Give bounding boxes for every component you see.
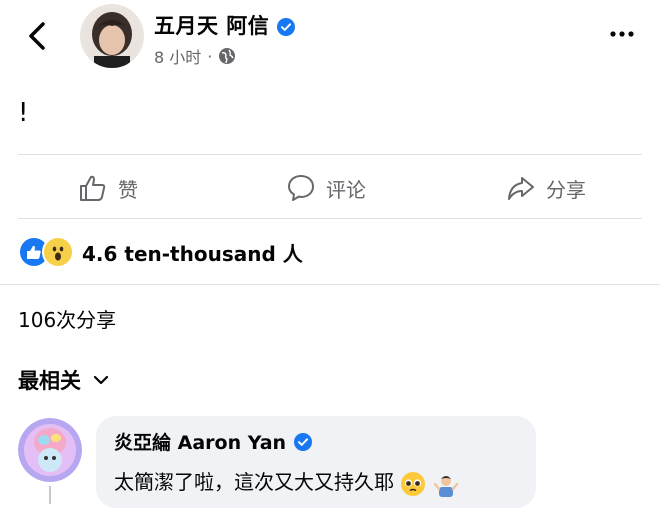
back-button[interactable] [24, 20, 52, 52]
thread-line [49, 486, 51, 504]
divider [18, 154, 642, 155]
divider [0, 284, 660, 285]
thumbs-up-icon [80, 175, 106, 201]
comment-bubble[interactable]: 炎亞綸 Aaron Yan 太簡潔了啦，這次又大又持久耶 [96, 416, 536, 508]
post-meta: 8 小时 · [154, 44, 236, 68]
comment-text: 太簡潔了啦，這次又大又持久耶 [114, 466, 459, 497]
like-button[interactable]: 赞 [78, 170, 138, 206]
chevron-down-icon [93, 375, 109, 385]
wow-reaction-icon [42, 236, 74, 268]
more-options-button[interactable] [608, 24, 636, 44]
post-time[interactable]: 8 小时 [154, 44, 201, 68]
like-label: 赞 [118, 177, 138, 202]
comment-bubble-icon [288, 175, 314, 201]
meta-separator: · [207, 46, 213, 66]
chevron-left-icon [29, 22, 45, 50]
comment-sort-dropdown[interactable]: 最相关 [18, 365, 109, 395]
share-label: 分享 [546, 177, 586, 202]
verified-badge-icon [277, 18, 296, 36]
author-name[interactable]: 五月天 阿信 [154, 10, 296, 40]
globe-icon [219, 48, 236, 64]
sort-label: 最相关 [18, 369, 81, 393]
reactions-summary[interactable]: 4.6 ten-thousand 人 [18, 236, 303, 268]
share-button[interactable]: 分享 [506, 170, 586, 206]
person-shrugging-emoji-icon [433, 475, 458, 497]
comment-button[interactable]: 评论 [286, 170, 366, 206]
share-arrow-icon [508, 177, 534, 200]
commenter-name[interactable]: 炎亞綸 Aaron Yan [114, 428, 313, 455]
share-count[interactable]: 106次分享 [18, 304, 116, 333]
comment-label: 评论 [326, 177, 366, 202]
commenter-avatar[interactable] [18, 418, 82, 482]
divider [18, 218, 642, 219]
more-dots-icon [610, 31, 634, 37]
post-text: ! [18, 98, 29, 128]
pleading-face-emoji-icon [401, 471, 426, 496]
author-avatar[interactable] [80, 4, 144, 68]
reaction-count: 4.6 ten-thousand 人 [82, 241, 303, 266]
verified-badge-icon [294, 432, 313, 451]
